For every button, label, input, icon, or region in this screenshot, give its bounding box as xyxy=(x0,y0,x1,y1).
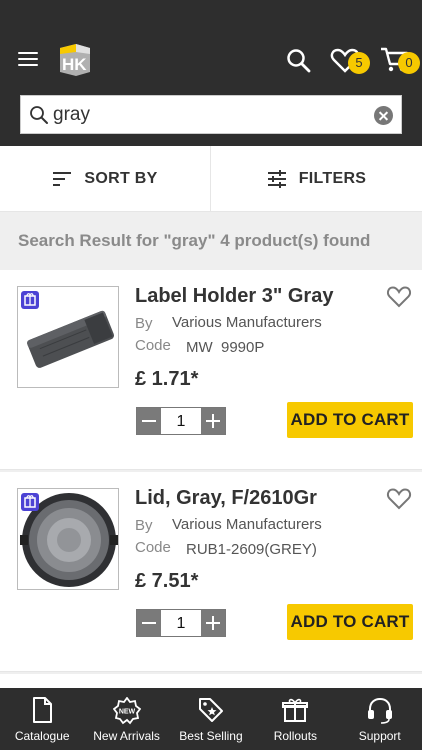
nav-best-selling[interactable]: Best Selling xyxy=(169,688,253,750)
decrease-quantity-button[interactable] xyxy=(137,610,161,636)
nav-label: New Arrivals xyxy=(93,729,160,743)
add-to-cart-button[interactable]: ADD TO CART xyxy=(287,402,413,438)
svg-text:HK: HK xyxy=(62,55,87,74)
product-code: MW 9990P xyxy=(186,339,265,356)
cart-count-badge: 0 xyxy=(398,52,420,74)
search-bar xyxy=(20,95,402,134)
svg-text:NEW: NEW xyxy=(118,709,135,716)
code-label: Code xyxy=(135,539,171,556)
nav-new-arrivals[interactable]: NEW New Arrivals xyxy=(84,688,168,750)
product-tag-icon xyxy=(21,493,39,511)
sort-by-label: SORT BY xyxy=(84,170,158,187)
search-input[interactable] xyxy=(53,101,353,129)
product-price: £ 1.71* xyxy=(135,368,199,390)
product-image[interactable] xyxy=(17,286,119,388)
code-label: Code xyxy=(135,337,171,354)
decrease-quantity-button[interactable] xyxy=(137,408,161,434)
nav-label: Best Selling xyxy=(179,729,243,743)
by-label: By xyxy=(135,315,153,332)
product-tag-icon xyxy=(21,291,39,309)
quantity-stepper: 1 xyxy=(136,407,226,435)
filters-label: FILTERS xyxy=(298,170,367,187)
bottom-navigation: Catalogue NEW New Arrivals Best Selling … xyxy=(0,688,422,750)
brand-logo[interactable]: HK xyxy=(56,42,92,76)
nav-label: Catalogue xyxy=(14,729,70,743)
manufacturer: Various Manufacturers xyxy=(172,516,322,533)
search-result-summary: Search Result for "gray" 4 product(s) fo… xyxy=(18,231,371,250)
sort-filter-bar: SORT BY FILTERS xyxy=(0,146,422,212)
gift-box-icon xyxy=(282,698,309,722)
increase-quantity-button[interactable] xyxy=(201,408,225,434)
nav-support[interactable]: Support xyxy=(338,688,422,750)
app-header: HK 5 0 xyxy=(0,0,422,146)
menu-icon[interactable] xyxy=(18,50,40,68)
product-code: RUB1-2609(GREY) xyxy=(186,541,317,558)
increase-quantity-button[interactable] xyxy=(201,610,225,636)
product-card[interactable]: Lid, Gray, F/2610Gr By Various Manufactu… xyxy=(0,472,422,672)
product-name[interactable]: Label Holder 3" Gray xyxy=(135,285,333,308)
by-label: By xyxy=(135,517,153,534)
product-card[interactable]: Label Holder 3" Gray By Various Manufact… xyxy=(0,270,422,470)
quantity-stepper: 1 xyxy=(136,609,226,637)
add-to-cart-button[interactable]: ADD TO CART xyxy=(287,604,413,640)
nav-catalogue[interactable]: Catalogue xyxy=(0,688,84,750)
tag-star-icon xyxy=(198,698,223,722)
favorite-heart-icon[interactable] xyxy=(386,487,412,511)
sort-icon xyxy=(53,172,72,186)
nav-label: Support xyxy=(358,729,401,743)
manufacturer: Various Manufacturers xyxy=(172,314,322,331)
new-badge-icon: NEW xyxy=(112,697,141,725)
nav-rollouts[interactable]: Rollouts xyxy=(253,688,337,750)
quantity-value[interactable]: 1 xyxy=(161,610,201,636)
product-image[interactable] xyxy=(17,488,119,590)
favorite-heart-icon[interactable] xyxy=(386,285,412,309)
filter-sliders-icon xyxy=(267,170,286,188)
quantity-value[interactable]: 1 xyxy=(161,408,201,434)
filters-button[interactable]: FILTERS xyxy=(211,146,422,212)
sort-by-button[interactable]: SORT BY xyxy=(0,146,211,212)
wishlist-count-badge: 5 xyxy=(348,52,370,74)
search-field-icon xyxy=(29,105,49,125)
headset-icon xyxy=(367,697,392,724)
clear-search-icon[interactable] xyxy=(374,106,393,125)
product-price: £ 7.51* xyxy=(135,570,199,592)
product-name[interactable]: Lid, Gray, F/2610Gr xyxy=(135,487,317,510)
search-icon[interactable] xyxy=(286,48,312,74)
nav-label: Rollouts xyxy=(273,729,318,743)
document-icon xyxy=(33,697,53,723)
